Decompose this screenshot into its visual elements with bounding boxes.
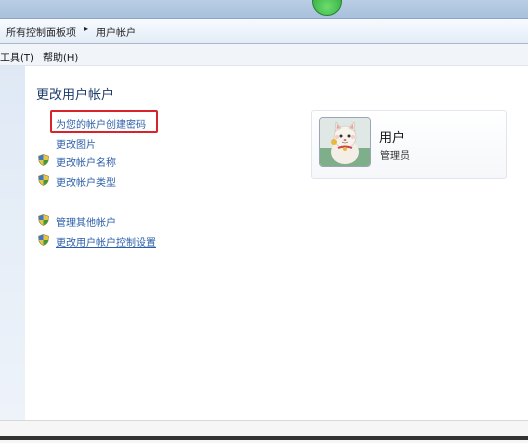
menu-tools[interactable]: 工具(T) bbox=[0, 49, 34, 64]
change-account-name-link[interactable]: 更改帐户名称 bbox=[56, 154, 116, 169]
avatar[interactable] bbox=[319, 117, 371, 167]
window-top-strip bbox=[0, 0, 528, 18]
menu-bar: 工具(T) 帮助(H) bbox=[0, 44, 528, 66]
uac-shield-icon bbox=[38, 154, 49, 166]
left-navigation-pane bbox=[0, 66, 25, 420]
change-picture-link[interactable]: 更改图片 bbox=[56, 136, 96, 151]
address-bar[interactable]: 所有控制面板项 ▸ 用户帐户 bbox=[0, 18, 528, 44]
cat-figurine-avatar-icon bbox=[320, 118, 370, 166]
bottom-divider bbox=[0, 436, 528, 440]
create-password-link[interactable]: 为您的帐户创建密码 bbox=[56, 116, 146, 131]
user-role: 管理员 bbox=[380, 151, 410, 162]
page-title: 更改用户帐户 bbox=[36, 88, 115, 103]
uac-shield-icon bbox=[38, 234, 49, 246]
change-uac-settings-link[interactable]: 更改用户帐户控制设置 bbox=[56, 234, 156, 249]
change-account-type-link[interactable]: 更改帐户类型 bbox=[56, 174, 116, 189]
uac-shield-icon bbox=[38, 174, 49, 186]
breadcrumb-separator-icon[interactable]: ▸ bbox=[84, 24, 88, 33]
user-name: 用户 bbox=[379, 131, 406, 146]
uac-shield-icon bbox=[38, 214, 49, 226]
breadcrumb-root[interactable]: 所有控制面板项 bbox=[6, 24, 76, 39]
menu-help[interactable]: 帮助(H) bbox=[43, 49, 78, 64]
breadcrumb-current[interactable]: 用户帐户 bbox=[96, 24, 136, 39]
manage-other-accounts-link[interactable]: 管理其他帐户 bbox=[56, 214, 116, 229]
